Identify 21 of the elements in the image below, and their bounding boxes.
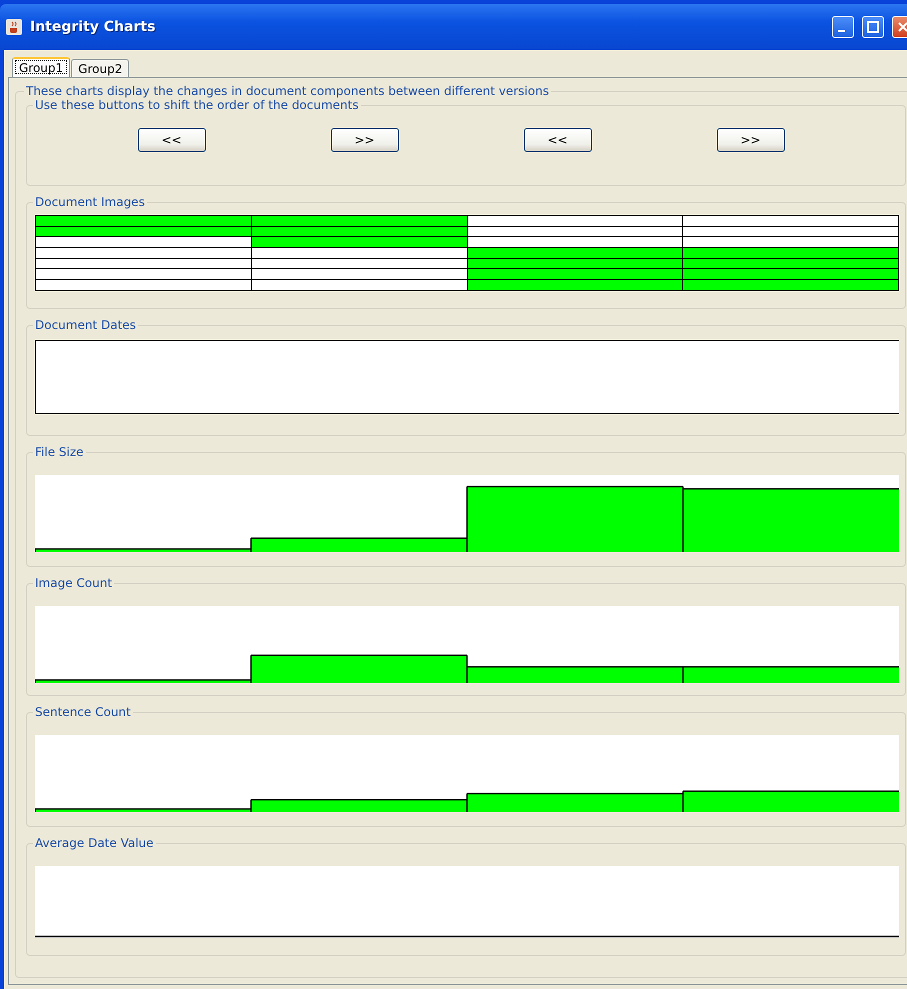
section-title: Document Images [34,195,146,209]
shift-button[interactable]: << [524,128,592,152]
tab[interactable]: Group2 [71,59,130,77]
shift-button[interactable]: >> [716,128,784,152]
section-title: Average Date Value [34,836,155,850]
tab[interactable]: Group1 [12,57,70,77]
section-title: Use these buttons to shift the order of the documents [34,98,360,112]
coffee-cup-icon [6,19,22,35]
section-title: These charts display the changes in document components between different versions [25,84,550,98]
section-title: Document Dates [34,318,137,332]
maximize-button[interactable] [862,16,884,38]
minimize-icon [838,30,845,32]
section-title: File Size [34,445,85,459]
section-title: Sentence Count [34,705,132,719]
minimize-button[interactable] [832,16,854,38]
maximize-icon [867,21,879,33]
shift-button[interactable]: << [138,128,206,152]
section-title: Image Count [34,576,114,590]
window-title: Integrity Charts [30,19,156,35]
close-icon [897,21,907,33]
shift-button[interactable]: >> [330,128,398,152]
